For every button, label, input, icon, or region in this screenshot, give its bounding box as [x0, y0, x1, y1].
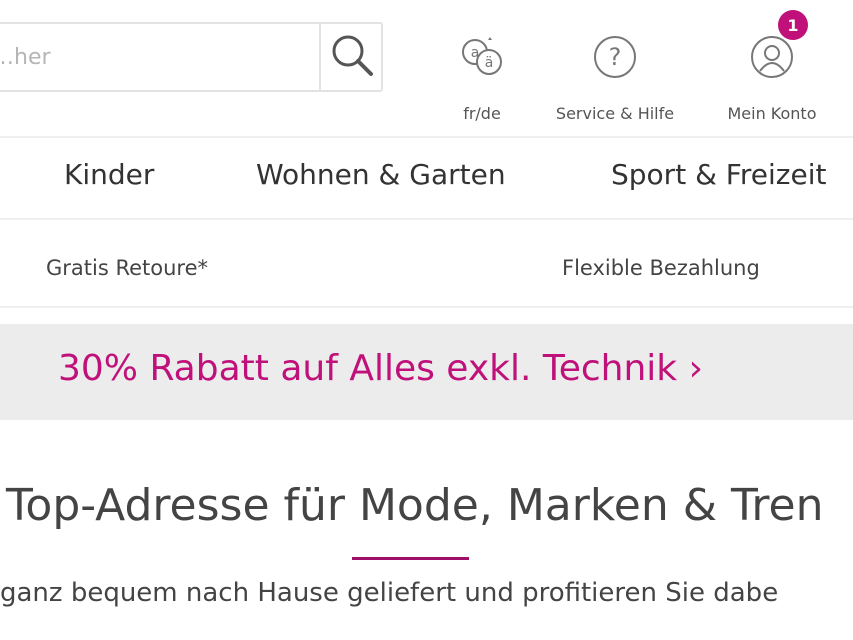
intro-subtext: ganz bequem nach Hause geliefert und pro… — [0, 578, 779, 608]
search-input[interactable] — [0, 24, 318, 90]
svg-text:ä: ä — [485, 55, 494, 71]
header-divider — [0, 136, 853, 138]
benefit-flexible-payment: Flexible Bezahlung — [562, 256, 760, 280]
language-switch-icon: a ä — [458, 30, 506, 84]
benefits-divider — [0, 306, 853, 308]
nav-item-wohnen-garten[interactable]: Wohnen & Garten — [256, 158, 506, 191]
account-notification-badge: 1 — [778, 10, 808, 40]
search-icon — [329, 32, 375, 82]
page-headline: Top-Adresse für Mode, Marken & Tren — [6, 480, 824, 531]
search-bar — [0, 22, 383, 92]
help-icon: ? — [592, 30, 638, 84]
promo-banner[interactable]: 30% Rabatt auf Alles exkl. Technik › — [0, 324, 853, 420]
service-help-label: Service & Hilfe — [555, 104, 675, 123]
svg-text:a: a — [471, 45, 480, 61]
headline-accent-bar — [352, 557, 469, 560]
search-button[interactable] — [321, 24, 383, 90]
benefit-free-returns: Gratis Retoure* — [46, 256, 209, 280]
svg-text:?: ? — [609, 43, 622, 71]
promo-text: 30% Rabatt auf Alles exkl. Technik › — [58, 348, 703, 389]
nav-item-kinder[interactable]: Kinder — [64, 158, 154, 191]
service-help-link[interactable]: ? Service & Hilfe — [555, 30, 675, 123]
nav-divider — [0, 218, 853, 220]
my-account-link[interactable]: 1 Mein Konto — [712, 10, 832, 123]
nav-item-sport-freizeit[interactable]: Sport & Freizeit — [611, 158, 826, 191]
language-switch-label: fr/de — [463, 104, 501, 123]
language-switch[interactable]: a ä fr/de — [422, 30, 542, 123]
my-account-label: Mein Konto — [727, 104, 817, 123]
